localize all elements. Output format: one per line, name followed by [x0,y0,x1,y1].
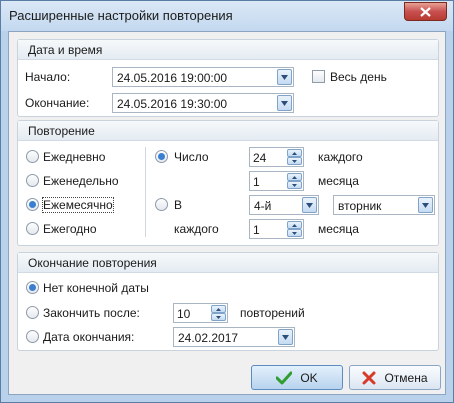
datetime-group: Дата и время Начало: 24.05.2016 19:00:00… [17,39,439,117]
occurrences-label: повторений [240,306,305,320]
daily-label: Ежедневно [43,150,106,164]
repeat-group-header: Повторение [18,121,438,141]
weekly-radio[interactable] [26,174,39,187]
end-date-radio[interactable] [26,330,39,343]
end-recurrence-group: Окончание повторения Нет конечной даты З… [17,252,439,351]
spin-up-icon[interactable] [211,305,226,313]
month-label: месяца [318,174,359,188]
title-bar: Расширенные настройки повторения [1,1,453,31]
spin-down-icon[interactable] [287,181,302,189]
checkmark-icon [276,371,293,384]
chevron-down-icon[interactable] [418,197,433,213]
months-stepper[interactable]: 1 [249,171,304,191]
dialog-client: Дата и время Начало: 24.05.2016 19:00:00… [8,31,446,395]
yearly-label: Ежегодно [43,222,97,236]
in-radio[interactable] [155,198,168,211]
chevron-down-icon[interactable] [302,197,317,213]
repeat-group: Повторение Ежедневно Еженедельно Ежемеся… [17,120,439,246]
end-label: Окончание: [25,96,90,110]
end-recurrence-group-header: Окончание повторения [18,253,438,273]
ok-button-label: OK [300,370,318,385]
cancel-button[interactable]: Отмена [349,365,441,390]
spin-down-icon[interactable] [287,157,302,165]
weekly-label: Еженедельно [43,174,119,188]
end-date-label: Дата окончания: [43,330,135,344]
each-label: каждого [318,150,363,164]
dialog-window: Расширенные настройки повторения Дата и … [0,0,454,403]
end-date-combo[interactable]: 24.02.2017 [173,327,295,347]
start-datetime-value: 24.05.2016 19:00:00 [117,71,228,85]
months2-value: 1 [253,223,260,237]
close-button[interactable] [404,2,447,21]
monthly-label: Ежемесячно [42,197,114,213]
spin-down-icon[interactable] [211,313,226,321]
day-number-stepper[interactable]: 24 [249,147,304,167]
occurrences-stepper[interactable]: 10 [173,303,228,323]
spin-up-icon[interactable] [287,149,302,157]
ordinal-combo[interactable]: 4-й [249,195,319,215]
no-end-label: Нет конечной даты [43,281,149,295]
no-end-radio[interactable] [26,281,39,294]
repeat-divider [145,147,146,237]
end-after-label: Закончить после: [43,306,140,320]
spin-down-icon[interactable] [287,229,302,237]
month2-label: месяца [318,222,359,236]
weekday-value: вторник [338,199,382,213]
cancel-icon [362,371,376,384]
allday-checkbox[interactable] [312,70,325,83]
datetime-group-header: Дата и время [18,40,438,60]
each2-label: каждого [174,222,219,236]
spin-up-icon[interactable] [287,221,302,229]
yearly-radio[interactable] [26,222,39,235]
number-label: Число [174,150,209,164]
chevron-down-icon[interactable] [277,95,292,111]
end-after-radio[interactable] [26,306,39,319]
end-date-value: 24.02.2017 [178,331,239,345]
months-value: 1 [253,175,260,189]
day-number-value: 24 [253,151,267,165]
ok-button[interactable]: OK [251,365,343,390]
daily-radio[interactable] [26,150,39,163]
months2-stepper[interactable]: 1 [249,219,304,239]
chevron-down-icon[interactable] [277,69,292,85]
spin-up-icon[interactable] [287,173,302,181]
cancel-button-label: Отмена [384,370,428,385]
chevron-down-icon[interactable] [278,329,293,345]
number-radio[interactable] [155,150,168,163]
weekday-combo[interactable]: вторник [333,195,435,215]
monthly-radio[interactable] [26,198,39,211]
end-datetime-combo[interactable]: 24.05.2016 19:30:00 [112,93,294,113]
end-datetime-value: 24.05.2016 19:30:00 [117,97,228,111]
in-label: В [174,198,183,212]
start-datetime-combo[interactable]: 24.05.2016 19:00:00 [112,67,294,87]
ordinal-value: 4-й [254,199,272,213]
occurrences-value: 10 [177,307,191,321]
close-icon [420,6,431,17]
start-label: Начало: [25,70,71,84]
window-title: Расширенные настройки повторения [9,8,233,23]
allday-label: Весь день [330,70,387,84]
